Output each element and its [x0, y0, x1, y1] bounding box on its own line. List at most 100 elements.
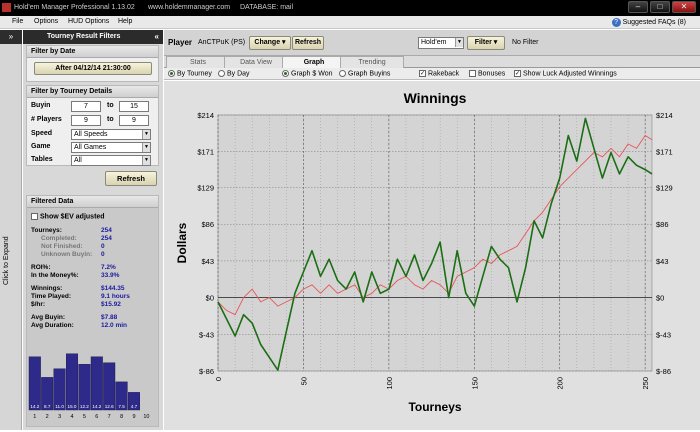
graph-won-radio[interactable]: [282, 70, 289, 77]
tab-graph[interactable]: Graph: [282, 56, 346, 68]
expand-arrow-icon[interactable]: »: [0, 30, 22, 44]
finish-bar-value: 14.2: [92, 404, 101, 409]
finish-bar: [90, 356, 103, 411]
menu-hud-options[interactable]: HUD Options: [68, 18, 109, 25]
maximize-button[interactable]: □: [650, 1, 670, 13]
x-tick-label: 200: [556, 377, 565, 390]
finish-bar-value: 11.0: [55, 404, 64, 409]
buyin-to-label: to: [107, 102, 114, 109]
finish-bar-value: 14.2: [30, 404, 39, 409]
chevron-down-icon: ▾: [282, 39, 286, 46]
rakeback-option[interactable]: ✓ Rakeback: [419, 70, 459, 77]
players-to-label: to: [107, 116, 114, 123]
finish-position-label: 1: [33, 414, 36, 420]
players-from-input[interactable]: 9: [71, 115, 101, 126]
show-ev-checkbox[interactable]: [31, 213, 38, 220]
stat-label: Winnings:: [31, 285, 63, 292]
suggested-faqs[interactable]: ? Suggested FAQs (8): [611, 18, 686, 27]
date-filter-button[interactable]: After 04/12/14 21:30:00: [34, 62, 152, 75]
change-player-button[interactable]: Change ▾: [249, 36, 291, 50]
database-label: DATABASE: mail: [240, 4, 294, 11]
game-type-select[interactable]: Hold'em ▼: [418, 37, 464, 49]
finish-bar: [28, 356, 41, 411]
players-label: # Players: [31, 116, 62, 123]
y-tick-label: $129: [197, 184, 214, 193]
window-title: Hold'em Manager Professional 1.13.02: [14, 4, 135, 11]
bonuses-option[interactable]: Bonuses: [469, 70, 505, 77]
speed-select[interactable]: All Speeds ▼: [71, 129, 151, 140]
close-button[interactable]: ✕: [672, 1, 696, 13]
buyin-from-input[interactable]: 7: [71, 101, 101, 112]
winnings-chart-area: Winnings $-86 $-86 $-43 $-43 $0 $0 $43 $43 $86 $86…: [164, 81, 700, 430]
help-icon: ?: [611, 18, 621, 27]
winnings-chart: Winnings $-86 $-86 $-43 $-43 $0 $0 $43 $43 $86 $86…: [175, 90, 673, 414]
x-tick-label: 150: [470, 377, 479, 390]
stat-label: Unknown Buyin:: [41, 251, 93, 258]
menu-options[interactable]: Options: [34, 18, 58, 25]
finish-position-label: 3: [58, 414, 61, 420]
refresh-button[interactable]: Refresh: [292, 36, 324, 50]
tab-trending[interactable]: Trending: [340, 56, 404, 68]
menu-help[interactable]: Help: [118, 18, 132, 25]
minimize-button[interactable]: –: [628, 1, 648, 13]
x-tick-label: 250: [641, 377, 650, 390]
finish-position-label: 8: [120, 414, 123, 420]
x-tick-label: 0: [214, 377, 223, 381]
players-to-input[interactable]: 9: [119, 115, 149, 126]
finish-position-chart: 14.2 1 8.7 2 11.0 3 15.0 4 12.2 5 14.2 6 12.6 7 7.5 8 4.…: [28, 353, 149, 420]
buyin-to-input[interactable]: 15: [119, 101, 149, 112]
tab-data-view[interactable]: Data View: [224, 56, 288, 68]
tab-bar: Stats Data View Graph Trending: [164, 56, 700, 68]
by-tourney-option[interactable]: By Tourney: [168, 70, 212, 77]
finish-bar-value: 12.6: [105, 404, 114, 409]
chevron-down-icon: ▼: [455, 38, 463, 47]
graph-buyins-radio[interactable]: [339, 70, 346, 77]
tab-stats[interactable]: Stats: [166, 56, 230, 68]
finish-position-label: 9: [132, 414, 135, 420]
stat-label: Tourneys:: [31, 227, 62, 234]
graph-buyins-option[interactable]: Graph Buyins: [339, 70, 390, 77]
collapse-icon[interactable]: «: [155, 32, 159, 41]
rakeback-checkbox[interactable]: ✓: [419, 70, 426, 77]
chevron-down-icon: ▼: [142, 130, 150, 139]
stat-value: $15.92: [101, 301, 121, 308]
x-tick-label: 50: [299, 377, 308, 385]
finish-position-label: 6: [95, 414, 98, 420]
y-tick-label: $86: [201, 220, 214, 229]
chevron-down-icon: ▼: [142, 143, 150, 152]
by-tourney-radio[interactable]: [168, 70, 175, 77]
stat-label: ROI%:: [31, 264, 51, 271]
stat-value: 7.2%: [101, 264, 116, 271]
by-day-option[interactable]: By Day: [218, 70, 250, 77]
tables-select[interactable]: All ▼: [71, 155, 151, 166]
player-toolbar: Player AnCTPuK (PS) Change ▾ Refresh Hol…: [164, 30, 700, 56]
y-tick-label-right: $0: [656, 294, 664, 303]
graph-won-option[interactable]: Graph $ Won: [282, 70, 333, 77]
tables-label: Tables: [31, 156, 53, 163]
filter-button[interactable]: Filter ▾: [467, 36, 505, 50]
y-tick-label: $43: [201, 257, 214, 266]
y-axis-label: Dollars: [175, 222, 189, 263]
finish-position-label: 2: [46, 414, 49, 420]
graph-options-bar: By Tourney By Day Graph $ Won Graph Buyi…: [164, 68, 700, 80]
plot-background: [217, 114, 653, 372]
refresh-filter-button[interactable]: Refresh: [105, 171, 157, 186]
luck-adjusted-checkbox[interactable]: ✓: [514, 70, 521, 77]
finish-position-label: 5: [83, 414, 86, 420]
stat-value: 0: [101, 251, 105, 258]
bonuses-checkbox[interactable]: [469, 70, 476, 77]
sidebar-header: Tourney Result Filters «: [23, 30, 163, 44]
expand-strip[interactable]: » Click to Expand: [0, 30, 22, 430]
finish-bar-value: 15.0: [68, 404, 77, 409]
stat-value: 0: [101, 243, 105, 250]
y-tick-label-right: $86: [656, 220, 669, 229]
y-tick-label: $-86: [199, 367, 214, 376]
by-day-radio[interactable]: [218, 70, 225, 77]
show-ev-option[interactable]: Show $EV adjusted: [31, 213, 105, 220]
y-tick-label-right: $-43: [656, 330, 671, 339]
game-select[interactable]: All Games ▼: [71, 142, 151, 153]
luck-adjusted-option[interactable]: ✓ Show Luck Adjusted Winnings: [514, 70, 617, 77]
finish-bar: [66, 353, 79, 411]
y-tick-label: $0: [206, 294, 214, 303]
menu-file[interactable]: File: [12, 18, 23, 25]
